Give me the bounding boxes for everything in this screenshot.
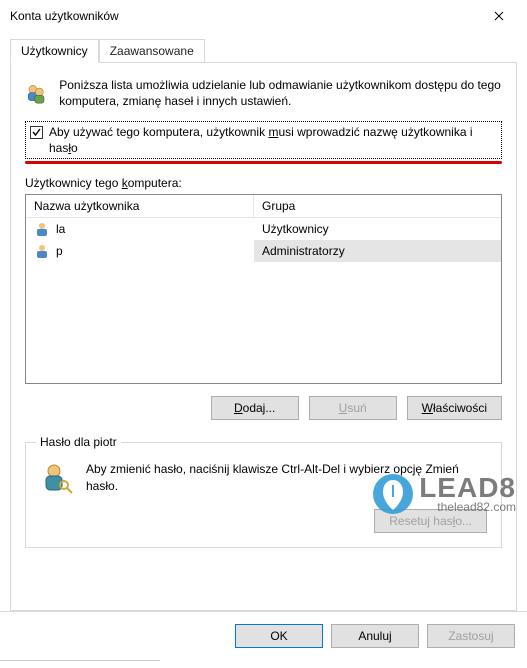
cell-group: Użytkownicy xyxy=(254,218,501,240)
dialog-button-bar: OK Anuluj Zastosuj xyxy=(0,611,527,660)
user-list-rows: la Użytkownicy p Administratorzy xyxy=(26,218,501,383)
statusbar-fragment xyxy=(0,660,160,668)
user-list-caption: Użytkownicy tego komputera: xyxy=(25,176,502,190)
user-list-buttons: Dodaj... Usuń Właściwości xyxy=(25,396,502,420)
password-group-title: Hasło dla piotr xyxy=(36,435,121,449)
password-group: Hasło dla piotr Aby zmienić hasło, naciś… xyxy=(25,442,502,548)
reset-password-button[interactable]: Resetuj hasło... xyxy=(374,509,487,533)
add-button[interactable]: Dodaj... xyxy=(211,396,299,420)
reset-row: Resetuj hasło... xyxy=(40,509,487,533)
content-area: Użytkownicy Zaawansowane Poniższa lista … xyxy=(0,32,527,611)
key-user-icon xyxy=(40,461,74,495)
close-button[interactable] xyxy=(477,1,521,31)
window-title: Konta użytkowników xyxy=(10,9,477,23)
tab-strip: Użytkownicy Zaawansowane xyxy=(10,38,517,62)
cell-username: la xyxy=(26,218,254,240)
user-icon xyxy=(34,221,50,237)
properties-button[interactable]: Właściwości xyxy=(407,396,502,420)
require-login-checkbox-row[interactable]: Aby używać tego komputera, użytkownik mu… xyxy=(25,121,502,159)
tab-users[interactable]: Użytkownicy xyxy=(10,39,99,63)
tab-panel-users: Poniższa lista umożliwia udzielanie lub … xyxy=(10,62,517,611)
password-group-text: Aby zmienić hasło, naciśnij klawisze Ctr… xyxy=(86,461,487,493)
intro-row: Poniższa lista umożliwia udzielanie lub … xyxy=(25,77,502,111)
user-list[interactable]: Nazwa użytkownika Grupa la Użytkownicy xyxy=(25,194,502,384)
list-item[interactable]: la Użytkownicy xyxy=(26,218,501,240)
list-item[interactable]: p Administratorzy xyxy=(26,240,501,262)
users-icon xyxy=(25,77,47,111)
col-group[interactable]: Grupa xyxy=(254,195,501,217)
require-login-checkbox[interactable] xyxy=(30,126,43,139)
user-icon xyxy=(34,243,50,259)
intro-text: Poniższa lista umożliwia udzielanie lub … xyxy=(59,77,502,111)
password-group-inner: Aby zmienić hasło, naciśnij klawisze Ctr… xyxy=(40,461,487,495)
titlebar: Konta użytkowników xyxy=(0,0,527,32)
user-list-header: Nazwa użytkownika Grupa xyxy=(26,195,501,218)
check-icon xyxy=(31,127,42,138)
require-login-label: Aby używać tego komputera, użytkownik mu… xyxy=(49,124,497,156)
annotation-underline xyxy=(25,161,502,164)
tab-advanced[interactable]: Zaawansowane xyxy=(99,39,205,63)
col-username[interactable]: Nazwa użytkownika xyxy=(26,195,254,217)
cancel-button[interactable]: Anuluj xyxy=(331,624,419,648)
user-accounts-window: Konta użytkowników Użytkownicy Zaawansow… xyxy=(0,0,527,668)
close-icon xyxy=(494,11,504,21)
cell-username: p xyxy=(26,240,254,262)
cell-group: Administratorzy xyxy=(254,240,501,262)
remove-button[interactable]: Usuń xyxy=(309,396,397,420)
apply-button[interactable]: Zastosuj xyxy=(427,624,515,648)
ok-button[interactable]: OK xyxy=(235,624,323,648)
